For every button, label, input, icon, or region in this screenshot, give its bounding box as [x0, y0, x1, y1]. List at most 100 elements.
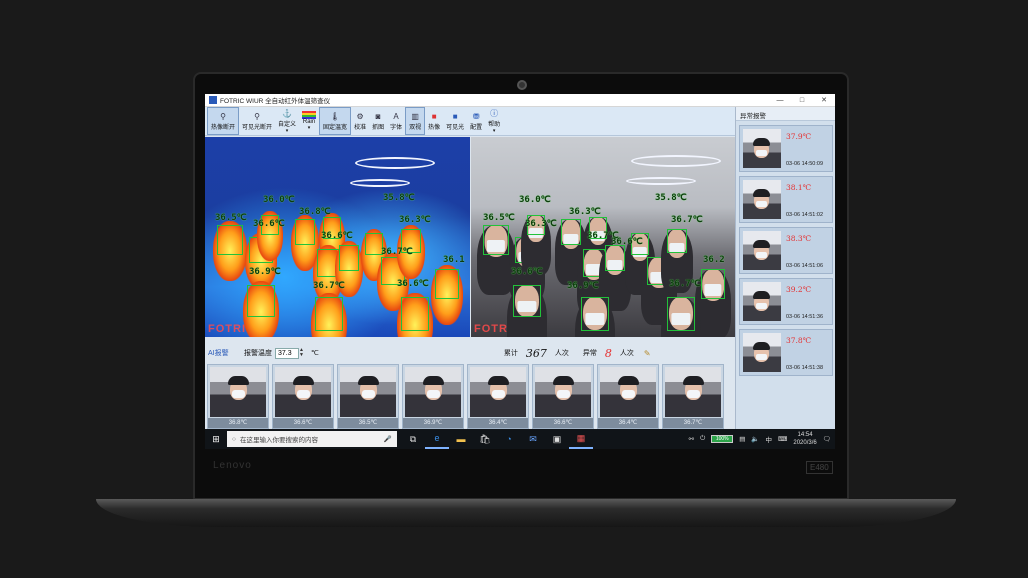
toolbar-button-9[interactable]: ■ 热像 — [425, 107, 443, 135]
toolbar-button-3[interactable]: Rain ▾ — [299, 107, 319, 135]
face-detection-box — [483, 225, 509, 255]
alarm-card[interactable]: 39.2℃ 03-06 14:51:36 — [739, 278, 833, 325]
minimize-button[interactable]: — — [769, 97, 791, 104]
capture-thumbnail[interactable]: 36.8℃ — [207, 364, 269, 429]
broom-icon[interactable]: ✎ — [644, 349, 651, 358]
people-icon[interactable]: ⚯ — [689, 435, 694, 443]
edge-icon[interactable]: e — [425, 429, 449, 449]
alarm-card[interactable]: 38.3℃ 03-06 14:51:06 — [739, 227, 833, 274]
file-explorer-icon[interactable]: ▬ — [449, 429, 473, 449]
battery-indicator[interactable]: 100% — [711, 435, 734, 443]
toolbar-button-6[interactable]: ◙ 抓图 — [369, 107, 387, 135]
toolbar-button-label: 双视 — [409, 124, 422, 131]
capture-temperature: 36.9℃ — [403, 418, 463, 428]
alarm-list: 37.9℃ 03-06 14:50:09 38.1℃ 03-06 14:51:02 38… — [736, 125, 835, 376]
alarm-info: 37.9℃ 03-06 14:50:09 — [784, 126, 823, 171]
face-detection-box — [701, 269, 725, 299]
toolbar-button-10[interactable]: ■ 可见光 — [443, 107, 467, 135]
toolbar-button-label: 热像 — [428, 124, 441, 131]
mask — [756, 252, 767, 258]
microphone-icon[interactable]: 🎤 — [384, 435, 392, 443]
close-button[interactable]: ✕ — [813, 96, 835, 104]
threshold-stepper[interactable]: ▲ ▼ — [299, 348, 305, 358]
fotric-app-icon[interactable]: ▦ — [569, 429, 593, 449]
capture-thumbnail[interactable]: 36.6℃ — [272, 364, 334, 429]
help-icon: ⓘ — [490, 108, 499, 118]
mask — [687, 390, 700, 398]
toolbar-button-1[interactable]: ⚲ 可见光断开 — [239, 107, 275, 135]
power-plug-icon[interactable]: ⏻ — [700, 435, 705, 443]
face-detection-box — [217, 225, 243, 255]
alarm-card[interactable]: 37.9℃ 03-06 14:50:09 — [739, 125, 833, 172]
network-icon[interactable]: ▤ — [739, 435, 745, 443]
alarm-snapshot — [743, 333, 781, 372]
capture-thumbnail[interactable]: 36.6℃ — [532, 364, 594, 429]
app-icon — [209, 96, 217, 104]
hair — [753, 138, 770, 146]
total-count: 367 — [525, 346, 547, 360]
person-run-icon: ⚲ — [220, 111, 226, 121]
maximize-button[interactable]: □ — [791, 97, 813, 104]
task-view-icon[interactable]: ⧉ — [401, 429, 425, 449]
alarm-card[interactable]: 37.8℃ 03-06 14:51:38 — [739, 329, 833, 376]
notification-icon[interactable]: 🗨 — [823, 435, 831, 443]
temperature-label: 36.8℃ — [299, 207, 331, 217]
chevron-down-icon[interactable]: ▾ — [493, 128, 496, 134]
toolbar-button-7[interactable]: A 字体 — [387, 107, 405, 135]
toolbar: ⚲ 热像断开 ⚲ 可见光断开 ⚓ 自定义 ▾ Rain ▾ 🌡 固定温宽 ⚙ 校准 ◙ 抓图 A 字体 ▥ 双视 ■ 热… — [205, 107, 735, 136]
capture-thumbnail[interactable]: 36.4℃ — [467, 364, 529, 429]
toolbar-button-2[interactable]: ⚓ 自定义 ▾ — [275, 107, 299, 135]
alarm-card[interactable]: 38.1℃ 03-06 14:51:02 — [739, 176, 833, 223]
hair — [753, 240, 770, 248]
search-placeholder: 在这里输入你要搜索的内容 — [239, 437, 318, 444]
temperature-label: 36.2 — [703, 255, 725, 265]
alarm-temperature: 39.2℃ — [786, 285, 812, 294]
capture-thumbnail[interactable]: 36.9℃ — [402, 364, 464, 429]
temperature-label: 36.6℃ — [321, 231, 353, 241]
toolbar-button-label: 抓图 — [372, 124, 385, 131]
ai-alarm-label[interactable]: AI报警 — [208, 348, 244, 358]
capture-thumbnail[interactable]: 36.5℃ — [337, 364, 399, 429]
volume-icon[interactable]: 🔈 — [751, 435, 759, 443]
alarm-timestamp: 03-06 14:51:02 — [786, 212, 824, 218]
anchor-icon: ⚓ — [282, 108, 293, 118]
cortana-icon: ○ — [232, 435, 236, 443]
store-icon[interactable]: 🛍 — [473, 429, 497, 449]
windows-start-icon[interactable]: ⊞ — [205, 434, 227, 445]
toolbar-button-11[interactable]: ⛃ 配置 — [467, 107, 485, 135]
threshold-unit: ℃ — [311, 350, 319, 357]
temperature-label: 35.8℃ — [655, 193, 687, 203]
ime-indicator[interactable]: 中 — [765, 434, 772, 444]
threshold-input[interactable] — [275, 347, 299, 359]
chevron-down-icon[interactable]: ▾ — [308, 125, 311, 131]
capture-thumbnail[interactable]: 36.7℃ — [662, 364, 724, 429]
toolbar-button-label: 可见光 — [446, 124, 465, 131]
clock[interactable]: 14:54 2020/3/6 — [793, 431, 816, 447]
mail-icon[interactable]: ✉ — [521, 429, 545, 449]
toolbar-button-0[interactable]: ⚲ 热像断开 — [207, 107, 240, 135]
keyboard-icon[interactable]: ⌨ — [778, 435, 787, 443]
toolbar-button-8[interactable]: ▥ 双视 — [405, 107, 426, 135]
alarm-temperature: 37.8℃ — [786, 336, 812, 345]
brand-logo: Lenovo — [213, 460, 252, 471]
alarm-timestamp: 03-06 14:50:09 — [786, 161, 824, 167]
hair — [753, 342, 770, 350]
toolbar-button-4[interactable]: 🌡 固定温宽 — [319, 107, 352, 135]
thermal-view: FOTRIC 36.5℃ 36.0℃ 35.8℃ 36.8℃ 36.3℃ 36.6℃ 36.… — [205, 137, 470, 337]
toolbar-button-5[interactable]: ⚙ 校准 — [351, 107, 369, 135]
alarm-timestamp: 03-06 14:51:38 — [786, 365, 824, 371]
temperature-label: 36.7℃ — [381, 247, 413, 257]
toolbar-button-label: 热像断开 — [211, 124, 236, 131]
alarm-snapshot — [743, 231, 781, 270]
mask — [297, 390, 310, 398]
temperature-label: 36.7℃ — [671, 215, 703, 225]
remote-desktop-icon[interactable]: ▣ — [545, 429, 569, 449]
taskbar-search[interactable]: ○ 在这里输入你要搜索的内容 🎤 — [227, 431, 397, 447]
alarm-snapshot — [743, 129, 781, 168]
toolbar-button-12[interactable]: ⓘ 帮助 ▾ — [485, 107, 503, 135]
chevron-down-icon[interactable]: ▾ — [286, 128, 289, 134]
capture-thumbnail[interactable]: 36.4℃ — [597, 364, 659, 429]
capture-photo — [535, 367, 591, 417]
clock-app-icon[interactable]: ◔ — [497, 429, 521, 449]
temperature-label: 36.9℃ — [567, 281, 599, 291]
